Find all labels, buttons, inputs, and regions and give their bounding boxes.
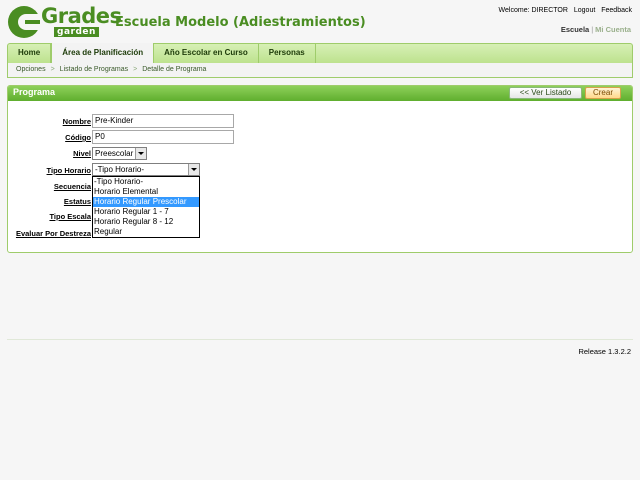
- school-name: Escuela Modelo (Adiestramientos): [115, 15, 366, 30]
- breadcrumb-chevron-icon: >: [50, 66, 55, 73]
- account-links: Escuela | Mi Cuenta: [561, 25, 631, 34]
- dropdown-option[interactable]: Horario Regular 1 - 7: [93, 207, 199, 217]
- user-links: Welcome: DIRECTOR Logout Feedback: [495, 7, 632, 14]
- nivel-select[interactable]: Preescolar: [92, 147, 147, 160]
- breadcrumb-chevron-icon: >: [133, 66, 138, 73]
- panel-title: Programa: [13, 87, 56, 97]
- grades-garden-logo[interactable]: Grades garden: [8, 4, 122, 40]
- codigo-label: Código: [65, 133, 91, 142]
- nivel-label: Nivel: [73, 149, 91, 158]
- welcome-text: Welcome: DIRECTOR: [498, 7, 568, 14]
- evaluar-destreza-label: Evaluar Por Destreza: [15, 229, 91, 238]
- nombre-input[interactable]: Pre-Kinder: [92, 114, 234, 128]
- dropdown-option[interactable]: Horario Elemental: [93, 187, 199, 197]
- logo-subtitle: garden: [54, 27, 99, 37]
- dropdown-option-highlighted[interactable]: Horario Regular Prescolar: [93, 197, 199, 207]
- chevron-down-icon[interactable]: [188, 164, 199, 175]
- tipo-horario-dropdown-list: -Tipo Horario- Horario Elemental Horario…: [92, 176, 200, 238]
- tab-area-planificacion[interactable]: Área de Planificación: [51, 43, 155, 64]
- breadcrumb-opciones[interactable]: Opciones: [16, 66, 46, 73]
- account-separator: |: [591, 25, 594, 34]
- codigo-input[interactable]: P0: [92, 130, 234, 144]
- logo-word: Grades: [41, 4, 122, 28]
- main-nav-tabs: Home Área de Planificación Año Escolar e…: [7, 43, 633, 64]
- footer-divider: [7, 339, 633, 340]
- tab-home[interactable]: Home: [8, 44, 52, 63]
- tab-personas[interactable]: Personas: [259, 44, 316, 63]
- breadcrumb: Opciones > Listado de Programas > Detalle de…: [7, 63, 633, 78]
- panel-header: Programa << Ver Listado Crear: [8, 86, 632, 101]
- estatus-label: Estatus: [63, 197, 91, 206]
- breadcrumb-listado-programas[interactable]: Listado de Programas: [60, 66, 128, 73]
- nombre-label: Nombre: [62, 117, 91, 126]
- breadcrumb-detalle-programa: Detalle de Programa: [142, 66, 207, 73]
- chevron-down-icon[interactable]: [135, 148, 146, 159]
- logout-link[interactable]: Logout: [574, 7, 595, 14]
- tipo-escala-label: Tipo Escala: [49, 212, 91, 221]
- nivel-select-value: Preescolar: [95, 149, 134, 158]
- escuela-link[interactable]: Escuela: [561, 25, 589, 34]
- mi-cuenta-link[interactable]: Mi Cuenta: [595, 25, 631, 34]
- crear-button[interactable]: Crear: [585, 87, 621, 99]
- dropdown-option[interactable]: -Tipo Horario-: [93, 177, 199, 187]
- tipo-horario-select-value: -Tipo Horario-: [95, 165, 145, 174]
- dropdown-option[interactable]: Horario Regular 8 - 12: [93, 217, 199, 227]
- ver-listado-button[interactable]: << Ver Listado: [509, 87, 582, 99]
- feedback-link[interactable]: Feedback: [601, 7, 632, 14]
- secuencia-label: Secuencia: [53, 182, 91, 191]
- tipo-horario-select[interactable]: -Tipo Horario-: [92, 163, 200, 176]
- tipo-horario-label: Tipo Horario: [46, 166, 91, 175]
- tab-ano-escolar[interactable]: Año Escolar en Curso: [154, 44, 259, 63]
- release-version: Release 1.3.2.2: [578, 347, 631, 356]
- dropdown-option[interactable]: Regular: [93, 227, 199, 237]
